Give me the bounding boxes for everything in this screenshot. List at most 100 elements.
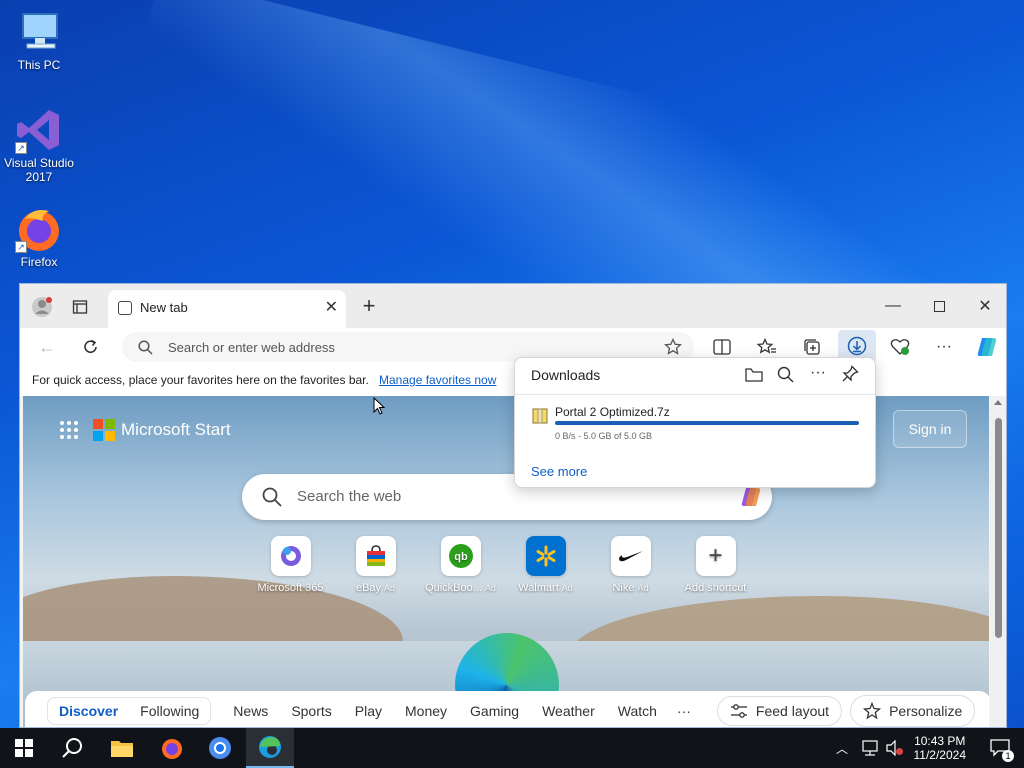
favorite-star-icon[interactable] xyxy=(664,338,682,356)
network-icon[interactable] xyxy=(861,740,879,756)
more-tabs-button[interactable]: ··· xyxy=(677,703,691,719)
downloads-title: Downloads xyxy=(531,367,601,383)
page-scrollbar[interactable] xyxy=(990,396,1006,727)
taskbar-edge[interactable] xyxy=(246,728,294,768)
feed-layout-button[interactable]: Feed layout xyxy=(716,696,843,726)
download-file-name[interactable]: Portal 2 Optimized.7z xyxy=(555,405,670,419)
tab-watch[interactable]: Watch xyxy=(618,703,657,719)
clock[interactable]: 10:43 PM 11/2/2024 xyxy=(914,734,967,762)
desktop-icon-label: Visual Studio 2017 xyxy=(4,156,74,184)
favorites-list-icon xyxy=(757,338,776,354)
edge-icon xyxy=(259,736,281,758)
taskbar-firefox[interactable] xyxy=(148,728,196,768)
shortcut-label: Add shortcut xyxy=(684,582,747,594)
tab-weather[interactable]: Weather xyxy=(542,703,595,719)
new-tab-button[interactable]: + xyxy=(354,292,384,320)
downloads-flyout: Downloads ··· Portal 2 Optimized.7z 0 B/… xyxy=(514,357,876,488)
feed-primary-tabs: Discover Following xyxy=(47,697,212,725)
browser-essentials-button[interactable] xyxy=(886,333,914,361)
copilot-button[interactable] xyxy=(972,332,1002,362)
minimize-icon: — xyxy=(885,297,901,314)
shortcut-quickbooks[interactable]: qb QuickBoo... Ad xyxy=(418,536,503,594)
plus-icon: + xyxy=(695,536,736,576)
feed-navigation-bar: Discover Following News Sports Play Mone… xyxy=(25,691,989,727)
search-button[interactable] xyxy=(48,728,96,768)
shortcut-label: QuickBoo... xyxy=(425,582,482,594)
archive-file-icon xyxy=(532,408,548,424)
scrollbar-thumb[interactable] xyxy=(995,418,1002,638)
add-shortcut-button[interactable]: + Add shortcut xyxy=(673,536,758,594)
desktop-icon-this-pc[interactable]: This PC xyxy=(0,8,78,72)
minimize-button[interactable]: — xyxy=(878,292,908,320)
open-folder-icon[interactable] xyxy=(745,367,763,383)
address-placeholder: Search or enter web address xyxy=(168,340,335,355)
tab-money[interactable]: Money xyxy=(405,703,447,719)
heart-pulse-icon xyxy=(890,339,910,355)
close-window-button[interactable]: ✕ xyxy=(970,292,1000,320)
volume-muted-icon[interactable] xyxy=(886,740,904,756)
desktop-icon-firefox[interactable]: ↗ Firefox xyxy=(0,205,78,269)
search-icon xyxy=(62,738,82,758)
tab-new-tab[interactable]: New tab ✕ xyxy=(108,290,346,328)
ebay-bag-icon xyxy=(355,536,396,576)
manage-favorites-link[interactable]: Manage favorites now xyxy=(379,373,496,387)
shortcut-walmart[interactable]: Walmart Ad xyxy=(503,536,588,594)
shortcut-nike[interactable]: Nike Ad xyxy=(588,536,673,594)
close-icon: ✕ xyxy=(978,298,992,315)
app-launcher-icon[interactable] xyxy=(59,420,79,440)
settings-more-button[interactable]: ··· xyxy=(930,333,958,361)
tab-actions-icon xyxy=(72,300,88,314)
action-center-button[interactable]: 1 xyxy=(976,728,1024,768)
close-tab-icon[interactable]: ✕ xyxy=(325,297,338,317)
ad-label: Ad xyxy=(484,583,496,593)
svg-text:qb: qb xyxy=(454,551,468,563)
taskbar: ︿ 10:43 PM 11/2/2024 1 xyxy=(0,728,1024,768)
ad-label: Ad xyxy=(384,583,396,593)
more-options-icon[interactable]: ··· xyxy=(810,364,826,382)
tab-following[interactable]: Following xyxy=(140,703,199,719)
ad-label: Ad xyxy=(561,583,573,593)
taskbar-file-explorer[interactable] xyxy=(98,728,146,768)
tab-actions-button[interactable] xyxy=(68,296,92,318)
see-more-link[interactable]: See more xyxy=(531,464,587,479)
copilot-icon[interactable] xyxy=(738,485,764,509)
tab-title: New tab xyxy=(140,300,188,315)
shortcut-ebay[interactable]: eBay Ad xyxy=(333,536,418,594)
tab-play[interactable]: Play xyxy=(355,703,382,719)
shortcut-tiles: Microsoft 365 eBay Ad qb QuickBoo... Ad Wa… xyxy=(248,536,758,594)
personalize-button[interactable]: Personalize xyxy=(850,695,976,727)
desktop-icon-visual-studio[interactable]: ↗ Visual Studio 2017 xyxy=(0,106,78,184)
sign-in-button[interactable]: Sign in xyxy=(893,410,967,448)
tab-discover[interactable]: Discover xyxy=(59,703,118,719)
search-downloads-icon[interactable] xyxy=(777,366,794,383)
firefox-icon xyxy=(162,739,182,759)
favorites-bar-hint: For quick access, place your favorites h… xyxy=(32,373,369,387)
back-button[interactable]: ← xyxy=(34,334,60,360)
shortcut-microsoft-365[interactable]: Microsoft 365 xyxy=(248,536,333,594)
show-hidden-icons-chevron-icon[interactable]: ︿ xyxy=(836,740,848,757)
taskbar-chrome[interactable] xyxy=(196,728,244,768)
tab-gaming[interactable]: Gaming xyxy=(470,703,519,719)
chrome-icon xyxy=(209,737,231,759)
scroll-up-arrow-icon[interactable] xyxy=(994,400,1002,405)
tab-sports[interactable]: Sports xyxy=(291,703,331,719)
mouse-cursor-icon xyxy=(373,397,385,415)
shortcut-label: Microsoft 365 xyxy=(257,582,324,594)
microsoft-start-brand[interactable]: Microsoft Start xyxy=(93,419,231,441)
start-button[interactable] xyxy=(0,728,48,768)
refresh-icon xyxy=(84,339,97,353)
download-progress-bar xyxy=(555,421,859,425)
pin-icon[interactable] xyxy=(841,365,859,383)
profile-avatar-icon xyxy=(32,297,52,317)
shortcut-label: Nike xyxy=(612,582,635,594)
tab-news[interactable]: News xyxy=(233,703,268,719)
sparkle-star-icon xyxy=(863,702,882,720)
refresh-button[interactable] xyxy=(78,334,104,360)
microsoft-logo-icon xyxy=(93,419,115,441)
notification-count-badge: 1 xyxy=(1002,750,1014,762)
firefox-icon: ↗ xyxy=(15,205,63,253)
shortcut-label: eBay xyxy=(355,582,382,594)
profile-button[interactable] xyxy=(28,294,56,320)
maximize-button[interactable] xyxy=(924,292,954,320)
edge-browser-window: New tab ✕ + — ✕ ← Search or enter web ad… xyxy=(19,283,1007,728)
